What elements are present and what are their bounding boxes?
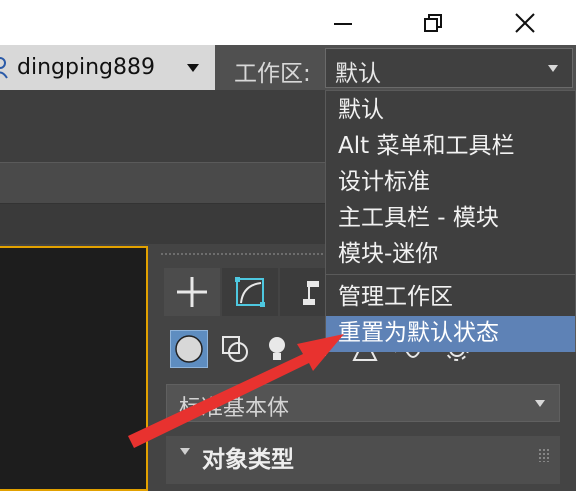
restore-button[interactable]: [410, 0, 456, 45]
grip-icon: [538, 448, 550, 462]
workspace-option-alt-menu[interactable]: Alt 菜单和工具栏: [326, 129, 575, 165]
lights-icon: [269, 337, 285, 360]
minimize-icon: [334, 22, 352, 25]
geometry-icon: [175, 335, 203, 363]
user-menu-arrow-icon[interactable]: [187, 64, 199, 72]
object-category-dropdown[interactable]: 标准基本体: [166, 384, 560, 422]
workspace-option-design-standard[interactable]: 设计标准: [326, 165, 575, 201]
workspace-dropdown[interactable]: 默认: [325, 48, 573, 88]
minimize-button[interactable]: [320, 0, 366, 45]
rollout-title: 对象类型: [202, 447, 294, 473]
workspace-label: 工作区:: [234, 61, 311, 87]
category-shapes[interactable]: [216, 330, 254, 368]
active-viewport[interactable]: [0, 246, 148, 491]
workspace-option-reset-default[interactable]: 重置为默认状态: [326, 316, 575, 352]
user-name: dingping889: [17, 55, 155, 80]
user-account-menu[interactable]: dingping889: [0, 45, 215, 90]
chevron-down-icon: [548, 65, 558, 72]
rollout-object-type[interactable]: 对象类型: [166, 436, 560, 484]
workspace-option-default[interactable]: 默认: [326, 93, 575, 129]
collapse-arrow-icon: [180, 448, 190, 455]
workspace-dropdown-value: 默认: [335, 61, 381, 87]
chevron-down-icon: [535, 400, 545, 407]
workspace-dropdown-list: 默认 Alt 菜单和工具栏 设计标准 主工具栏 - 模块 模块-迷你 管理工作区…: [325, 90, 576, 352]
workspace-bar: 工作区: 默认: [215, 45, 576, 90]
tab-modify[interactable]: [222, 268, 278, 316]
modify-tab-icon: [235, 277, 265, 307]
hierarchy-tab-icon: [303, 281, 319, 305]
shapes-icon: [222, 336, 248, 362]
category-lights[interactable]: [258, 330, 296, 368]
category-geometry[interactable]: [170, 330, 208, 368]
close-icon: [515, 12, 535, 33]
user-icon: [0, 57, 8, 79]
menu-separator: [326, 274, 575, 275]
workspace-option-manage[interactable]: 管理工作区: [326, 280, 575, 316]
workspace-option-modular-mini[interactable]: 模块-迷你: [326, 237, 575, 273]
object-category-value: 标准基本体: [179, 396, 290, 421]
create-tab-icon: [177, 277, 207, 307]
close-button[interactable]: [502, 0, 548, 45]
workspace-option-main-toolbar-modular[interactable]: 主工具栏 - 模块: [326, 201, 575, 237]
restore-icon: [424, 13, 442, 32]
title-bar: [0, 0, 576, 45]
tab-create[interactable]: [164, 268, 220, 316]
